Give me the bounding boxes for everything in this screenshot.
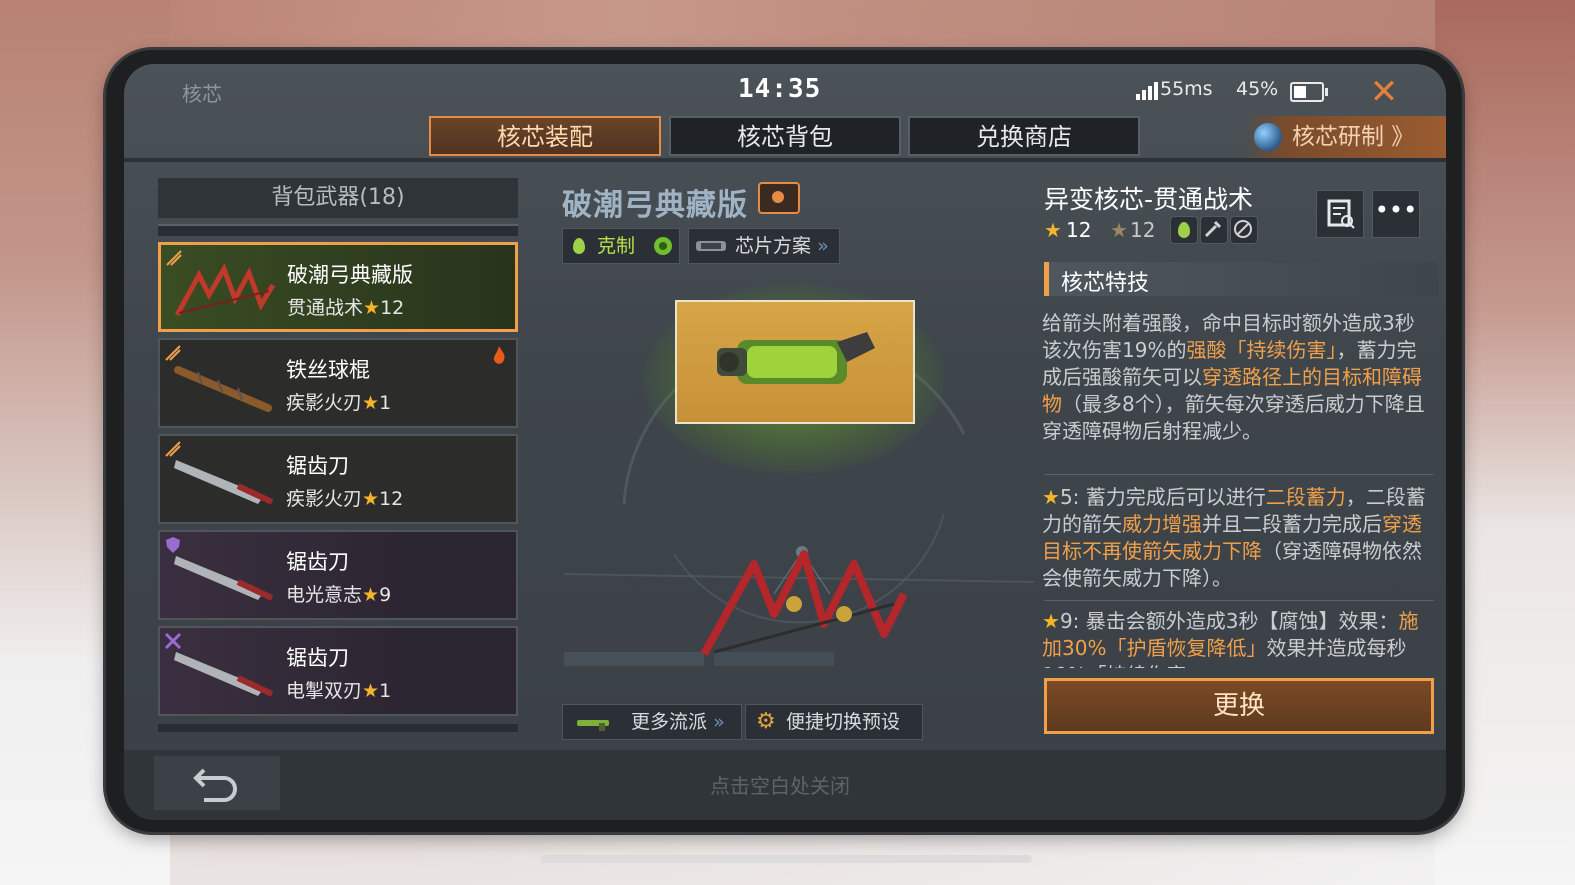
core-level-gold: 12 bbox=[1066, 218, 1092, 242]
desc-segment: 5: 蓄力完成后可以进行 bbox=[1059, 485, 1266, 509]
ping-text: 55ms bbox=[1160, 78, 1213, 100]
monster-icon bbox=[654, 237, 672, 255]
desc-segment: 强酸「持续伤害」 bbox=[1186, 338, 1337, 362]
signal-icon bbox=[1136, 82, 1158, 100]
list-bottom-edge bbox=[158, 724, 518, 732]
page-label: 核芯 bbox=[182, 82, 222, 106]
saw-blade-icon bbox=[174, 556, 274, 601]
tab-core-backpack[interactable]: 核芯背包 bbox=[669, 116, 901, 156]
weapon-card-4[interactable]: 锯齿刀 电光意志★9 bbox=[158, 530, 518, 620]
gun-icon bbox=[577, 720, 609, 731]
weapon-card-3[interactable]: 锯齿刀 疾影火刃★12 bbox=[158, 434, 518, 524]
weapon-title: 破潮弓典藏版 bbox=[562, 188, 748, 223]
close-icon[interactable]: ✕ bbox=[1364, 72, 1404, 112]
quick-preset-label: 便捷切换预设 bbox=[786, 711, 901, 733]
core-skill-description: 给箭头附着强酸，命中目标时额外造成3秒该次伤害19%的强酸「持续伤害」，蓄力完成… bbox=[1042, 310, 1432, 445]
weapon-name: 锯齿刀 bbox=[286, 454, 349, 478]
target-icon bbox=[1230, 216, 1258, 244]
weapon-name: 锯齿刀 bbox=[286, 646, 349, 670]
desc-segment: 并且二段蓄力完成后 bbox=[1202, 512, 1382, 536]
document-search-icon bbox=[1327, 199, 1355, 229]
more-styles-button[interactable]: 更多流派 » bbox=[562, 704, 742, 740]
battery-icon bbox=[1290, 82, 1328, 102]
core-research-button[interactable]: 核芯研制 》 bbox=[1244, 116, 1446, 158]
quick-preset-button[interactable]: ⚙ 便捷切换预设 bbox=[745, 704, 923, 740]
fire-icon bbox=[493, 346, 505, 364]
star-icon: ★ bbox=[1042, 485, 1060, 509]
divider bbox=[1044, 474, 1434, 475]
core-level-grey: 12 bbox=[1130, 218, 1156, 242]
acid-icon bbox=[1170, 216, 1198, 244]
weapon-core: 疾影火刃★12 bbox=[286, 488, 404, 510]
chip-plan-label: 芯片方案 bbox=[735, 235, 812, 257]
more-styles-label: 更多流派 bbox=[631, 711, 708, 733]
star9-bonus-text: ★9: 暴击会额外造成3秒【腐蚀】效果：施加30%「护盾恢复降低」效果并造成每秒… bbox=[1042, 608, 1432, 668]
gear-icon: ⚙ bbox=[756, 709, 776, 734]
globe-icon bbox=[1254, 123, 1282, 151]
tab-exchange-shop[interactable]: 兑换商店 bbox=[908, 116, 1140, 156]
back-arrow-icon bbox=[193, 768, 237, 802]
star-icon: ★ bbox=[363, 297, 381, 319]
star5-bonus-text: ★5: 蓄力完成后可以进行二段蓄力，二段蓄力的箭矢威力增强并且二段蓄力完成后穿透… bbox=[1042, 484, 1432, 592]
tab-core-assembly[interactable]: 核芯装配 bbox=[429, 116, 661, 156]
star-icon: ★ bbox=[362, 584, 380, 606]
more-menu-icon[interactable]: ••• bbox=[1372, 190, 1420, 238]
game-screen: 核芯 14:35 55ms 45% ✕ 核芯装配 核芯背包 兑换商店 核芯研制 … bbox=[124, 64, 1446, 820]
chip-icon bbox=[696, 241, 726, 251]
star-icon: ★ bbox=[362, 680, 380, 702]
weapon-card-2[interactable]: 铁丝球棍 疾影火刃★1 bbox=[158, 338, 518, 428]
detail-search-button[interactable] bbox=[1316, 190, 1364, 238]
chip-plan-button[interactable]: 芯片方案 » bbox=[688, 228, 840, 264]
saw-blade-icon bbox=[174, 460, 274, 505]
back-button[interactable] bbox=[154, 756, 280, 810]
core-skill-header: 核芯特技 bbox=[1044, 262, 1438, 296]
wrench-icon bbox=[1200, 216, 1228, 244]
weapon-name: 破潮弓典藏版 bbox=[287, 263, 413, 287]
bow-weapon-icon bbox=[174, 263, 276, 317]
desc-segment: 二段蓄力 bbox=[1265, 485, 1346, 509]
counter-label: 克制 bbox=[597, 235, 636, 257]
core-name: 异变核芯-贯通战术 bbox=[1044, 185, 1254, 214]
bat-weapon-icon bbox=[174, 366, 272, 412]
clock: 14:35 bbox=[738, 74, 822, 104]
weapon-core: 疾影火刃★1 bbox=[286, 392, 392, 414]
saw-blade-icon bbox=[174, 652, 274, 697]
star-icon: ★ bbox=[362, 488, 380, 510]
weapon-core: 电光意志★9 bbox=[286, 584, 392, 606]
battery-fill bbox=[1294, 86, 1306, 98]
acid-drop-icon bbox=[573, 238, 585, 254]
home-indicator[interactable] bbox=[540, 855, 1032, 863]
tap-blank-to-close-hint[interactable]: 点击空白处关闭 bbox=[710, 770, 850, 799]
desc-segment: 9: 暴击会额外造成3秒【腐蚀】效果： bbox=[1059, 609, 1399, 633]
battery-percent: 45% bbox=[1236, 78, 1279, 100]
divider bbox=[1044, 600, 1434, 601]
bow-weapon-preview bbox=[700, 550, 908, 656]
star-icon: ★ bbox=[1042, 609, 1060, 633]
list-top-edge bbox=[158, 224, 518, 236]
backpack-weapons-header: 背包武器(18) bbox=[158, 178, 518, 218]
desc-segment: （最多8个），箭矢每次穿透后威力下降且穿透障碍物后射程减少。 bbox=[1042, 392, 1425, 443]
core-item-card[interactable] bbox=[675, 300, 915, 424]
weapon-name: 铁丝球棍 bbox=[286, 358, 370, 382]
weapon-core: 贯通战术★12 bbox=[287, 297, 405, 319]
eye-icon[interactable] bbox=[758, 182, 800, 214]
star-icon: ★ bbox=[362, 392, 380, 414]
core-device-icon bbox=[717, 332, 875, 384]
weapon-card-1[interactable]: 破潮弓典藏版 贯通战术★12 bbox=[158, 242, 518, 332]
desc-segment: 威力增强 bbox=[1122, 512, 1202, 536]
divider bbox=[124, 158, 1446, 162]
replace-button[interactable]: 更换 bbox=[1044, 678, 1434, 734]
weapon-core: 电掣双刃★1 bbox=[286, 680, 392, 702]
core-research-label: 核芯研制 bbox=[1292, 124, 1384, 150]
counter-button[interactable]: 克制 bbox=[562, 228, 680, 264]
weapon-card-5[interactable]: 锯齿刀 电掣双刃★1 bbox=[158, 626, 518, 716]
weapon-name: 锯齿刀 bbox=[286, 550, 349, 574]
